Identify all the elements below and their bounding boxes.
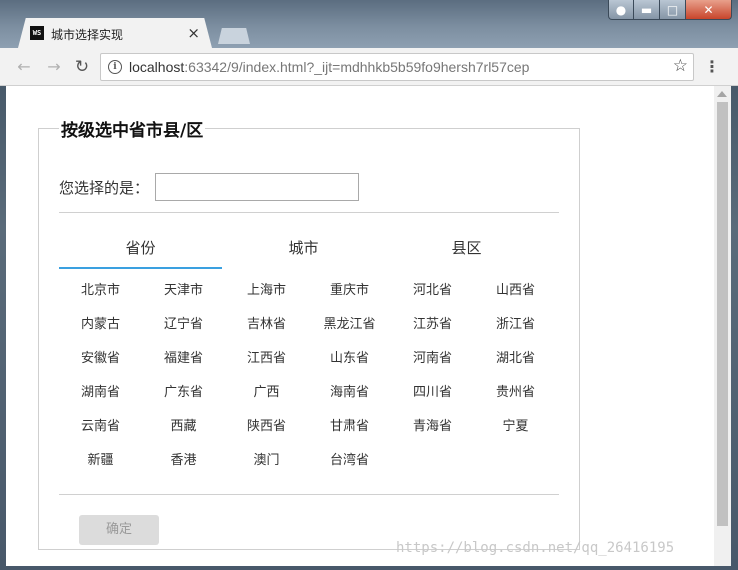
bookmark-star-icon[interactable]: ☆ bbox=[673, 56, 688, 76]
level-tabs: 省份 城市 县区 bbox=[59, 223, 559, 269]
selection-input[interactable] bbox=[155, 173, 360, 201]
region-item[interactable]: 北京市 bbox=[59, 281, 142, 301]
region-item[interactable]: 澳门 bbox=[225, 451, 308, 471]
kebab-menu-icon[interactable]: ⋮ bbox=[704, 57, 720, 77]
tab-close-icon[interactable]: × bbox=[187, 24, 200, 42]
region-item[interactable]: 天津市 bbox=[142, 281, 225, 301]
minimize-button[interactable]: ▬ bbox=[634, 0, 660, 20]
region-item[interactable]: 内蒙古 bbox=[59, 315, 142, 335]
selection-row: 您选择的是： bbox=[59, 173, 360, 201]
maximize-button[interactable]: □ bbox=[660, 0, 686, 20]
region-item[interactable]: 湖南省 bbox=[59, 383, 142, 403]
confirm-button[interactable]: 确定 bbox=[79, 515, 159, 545]
region-item[interactable]: 新疆 bbox=[59, 451, 142, 471]
user-icon[interactable]: ● bbox=[608, 0, 634, 20]
tab-level-1[interactable]: 城市 bbox=[222, 223, 385, 269]
address-bar[interactable]: i localhost:63342/9/index.html?_ijt=mdhh… bbox=[100, 53, 694, 81]
watermark: https://blog.csdn.net/qq_26416195 bbox=[396, 540, 675, 556]
region-item[interactable]: 西藏 bbox=[142, 417, 225, 437]
forward-arrow-icon[interactable]: → bbox=[44, 57, 64, 77]
scroll-thumb[interactable] bbox=[717, 102, 728, 526]
region-item[interactable]: 辽宁省 bbox=[142, 315, 225, 335]
region-item[interactable]: 江西省 bbox=[225, 349, 308, 369]
region-item[interactable]: 甘肃省 bbox=[308, 417, 391, 437]
region-item[interactable]: 浙江省 bbox=[474, 315, 557, 335]
region-item[interactable]: 四川省 bbox=[391, 383, 474, 403]
region-item[interactable]: 贵州省 bbox=[474, 383, 557, 403]
url-path: :63342/9/index.html?_ijt=mdhhkb5b59fo9he… bbox=[184, 59, 530, 75]
region-item[interactable]: 山东省 bbox=[308, 349, 391, 369]
region-item[interactable]: 海南省 bbox=[308, 383, 391, 403]
region-item[interactable]: 福建省 bbox=[142, 349, 225, 369]
picker-legend: 按级选中省市县/区 bbox=[61, 121, 204, 141]
browser-tab[interactable]: WS 城市选择实现 × bbox=[18, 18, 212, 48]
region-item[interactable]: 青海省 bbox=[391, 417, 474, 437]
tab-level-2[interactable]: 县区 bbox=[385, 223, 548, 269]
divider-bottom bbox=[59, 494, 559, 495]
region-item[interactable]: 安徽省 bbox=[59, 349, 142, 369]
region-item[interactable]: 宁夏 bbox=[474, 417, 557, 437]
region-item[interactable]: 广西 bbox=[225, 383, 308, 403]
url-host: localhost bbox=[129, 59, 185, 75]
region-item[interactable]: 云南省 bbox=[59, 417, 142, 437]
region-item[interactable]: 重庆市 bbox=[308, 281, 391, 301]
tab-level-0[interactable]: 省份 bbox=[59, 223, 222, 269]
region-item[interactable]: 广东省 bbox=[142, 383, 225, 403]
region-picker: 按级选中省市县/区 您选择的是： 省份 城市 县区 北京市 天津市 上海市 重庆市 河北省山… bbox=[38, 116, 580, 550]
scroll-up-arrow-icon[interactable] bbox=[717, 91, 727, 97]
region-item[interactable]: 河南省 bbox=[391, 349, 474, 369]
page-viewport: 按级选中省市县/区 您选择的是： 省份 城市 县区 北京市 天津市 上海市 重庆市 河北省山… bbox=[6, 86, 731, 566]
region-item[interactable]: 湖北省 bbox=[474, 349, 557, 369]
tab-title: 城市选择实现 bbox=[51, 28, 124, 42]
back-arrow-icon[interactable]: ← bbox=[14, 57, 34, 77]
close-window-button[interactable]: ✕ bbox=[686, 0, 732, 20]
divider-top bbox=[59, 212, 559, 213]
region-item[interactable]: 台湾省 bbox=[308, 451, 391, 471]
region-item[interactable]: 陕西省 bbox=[225, 417, 308, 437]
region-grid: 北京市 天津市 上海市 重庆市 河北省 山西省内蒙古 辽宁省 吉林省 黑龙江省 江苏省 浙江省安徽省… bbox=[59, 281, 559, 471]
url-text[interactable]: localhost:63342/9/index.html?_ijt=mdhhkb… bbox=[129, 59, 529, 75]
region-item[interactable]: 吉林省 bbox=[225, 315, 308, 335]
region-item[interactable]: 上海市 bbox=[225, 281, 308, 301]
region-item[interactable]: 香港 bbox=[142, 451, 225, 471]
region-item[interactable]: 山西省 bbox=[474, 281, 557, 301]
region-item[interactable]: 河北省 bbox=[391, 281, 474, 301]
reload-icon[interactable]: ↻ bbox=[72, 57, 92, 77]
favicon-icon: WS bbox=[30, 26, 44, 40]
region-item[interactable]: 黑龙江省 bbox=[308, 315, 391, 335]
vertical-scrollbar[interactable] bbox=[714, 86, 731, 566]
region-item[interactable]: 江苏省 bbox=[391, 315, 474, 335]
info-icon[interactable]: i bbox=[108, 60, 122, 74]
selection-label: 您选择的是： bbox=[59, 178, 150, 197]
window-controls: ● ▬ □ ✕ bbox=[608, 0, 732, 20]
new-tab-button[interactable] bbox=[218, 28, 250, 44]
browser-toolbar: ← → ↻ i localhost:63342/9/index.html?_ij… bbox=[0, 48, 738, 86]
